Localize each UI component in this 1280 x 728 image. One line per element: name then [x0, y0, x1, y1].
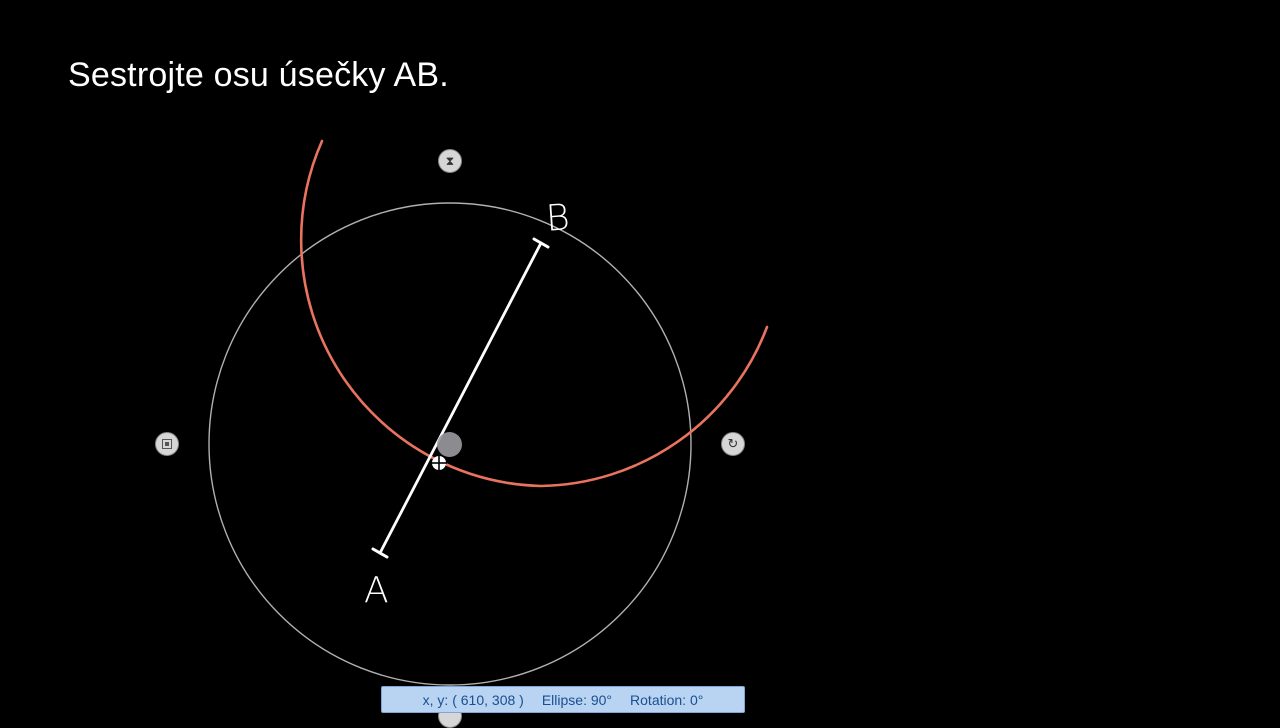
rotate-handle[interactable]: ↻	[721, 432, 745, 456]
top-handle[interactable]: ⧗	[438, 149, 462, 173]
square-icon	[162, 439, 172, 449]
hourglass-icon: ⧗	[445, 154, 455, 168]
drawing-canvas[interactable]	[0, 0, 1280, 720]
rotation-readout: Rotation: 0°	[630, 691, 704, 708]
compass-arc	[299, 139, 769, 488]
segment-ab	[378, 241, 543, 555]
center-handle[interactable]	[437, 432, 462, 457]
point-a-label: A	[364, 570, 389, 611]
coords-readout: x, y: ( 610, 308 )	[422, 691, 524, 708]
status-bar: x, y: ( 610, 308 ) Ellipse: 90° Rotation…	[381, 686, 745, 713]
point-b-label: B	[544, 197, 571, 240]
left-handle[interactable]	[155, 432, 179, 456]
rotate-icon: ↻	[727, 436, 739, 452]
ellipse-readout: Ellipse: 90°	[541, 691, 613, 708]
